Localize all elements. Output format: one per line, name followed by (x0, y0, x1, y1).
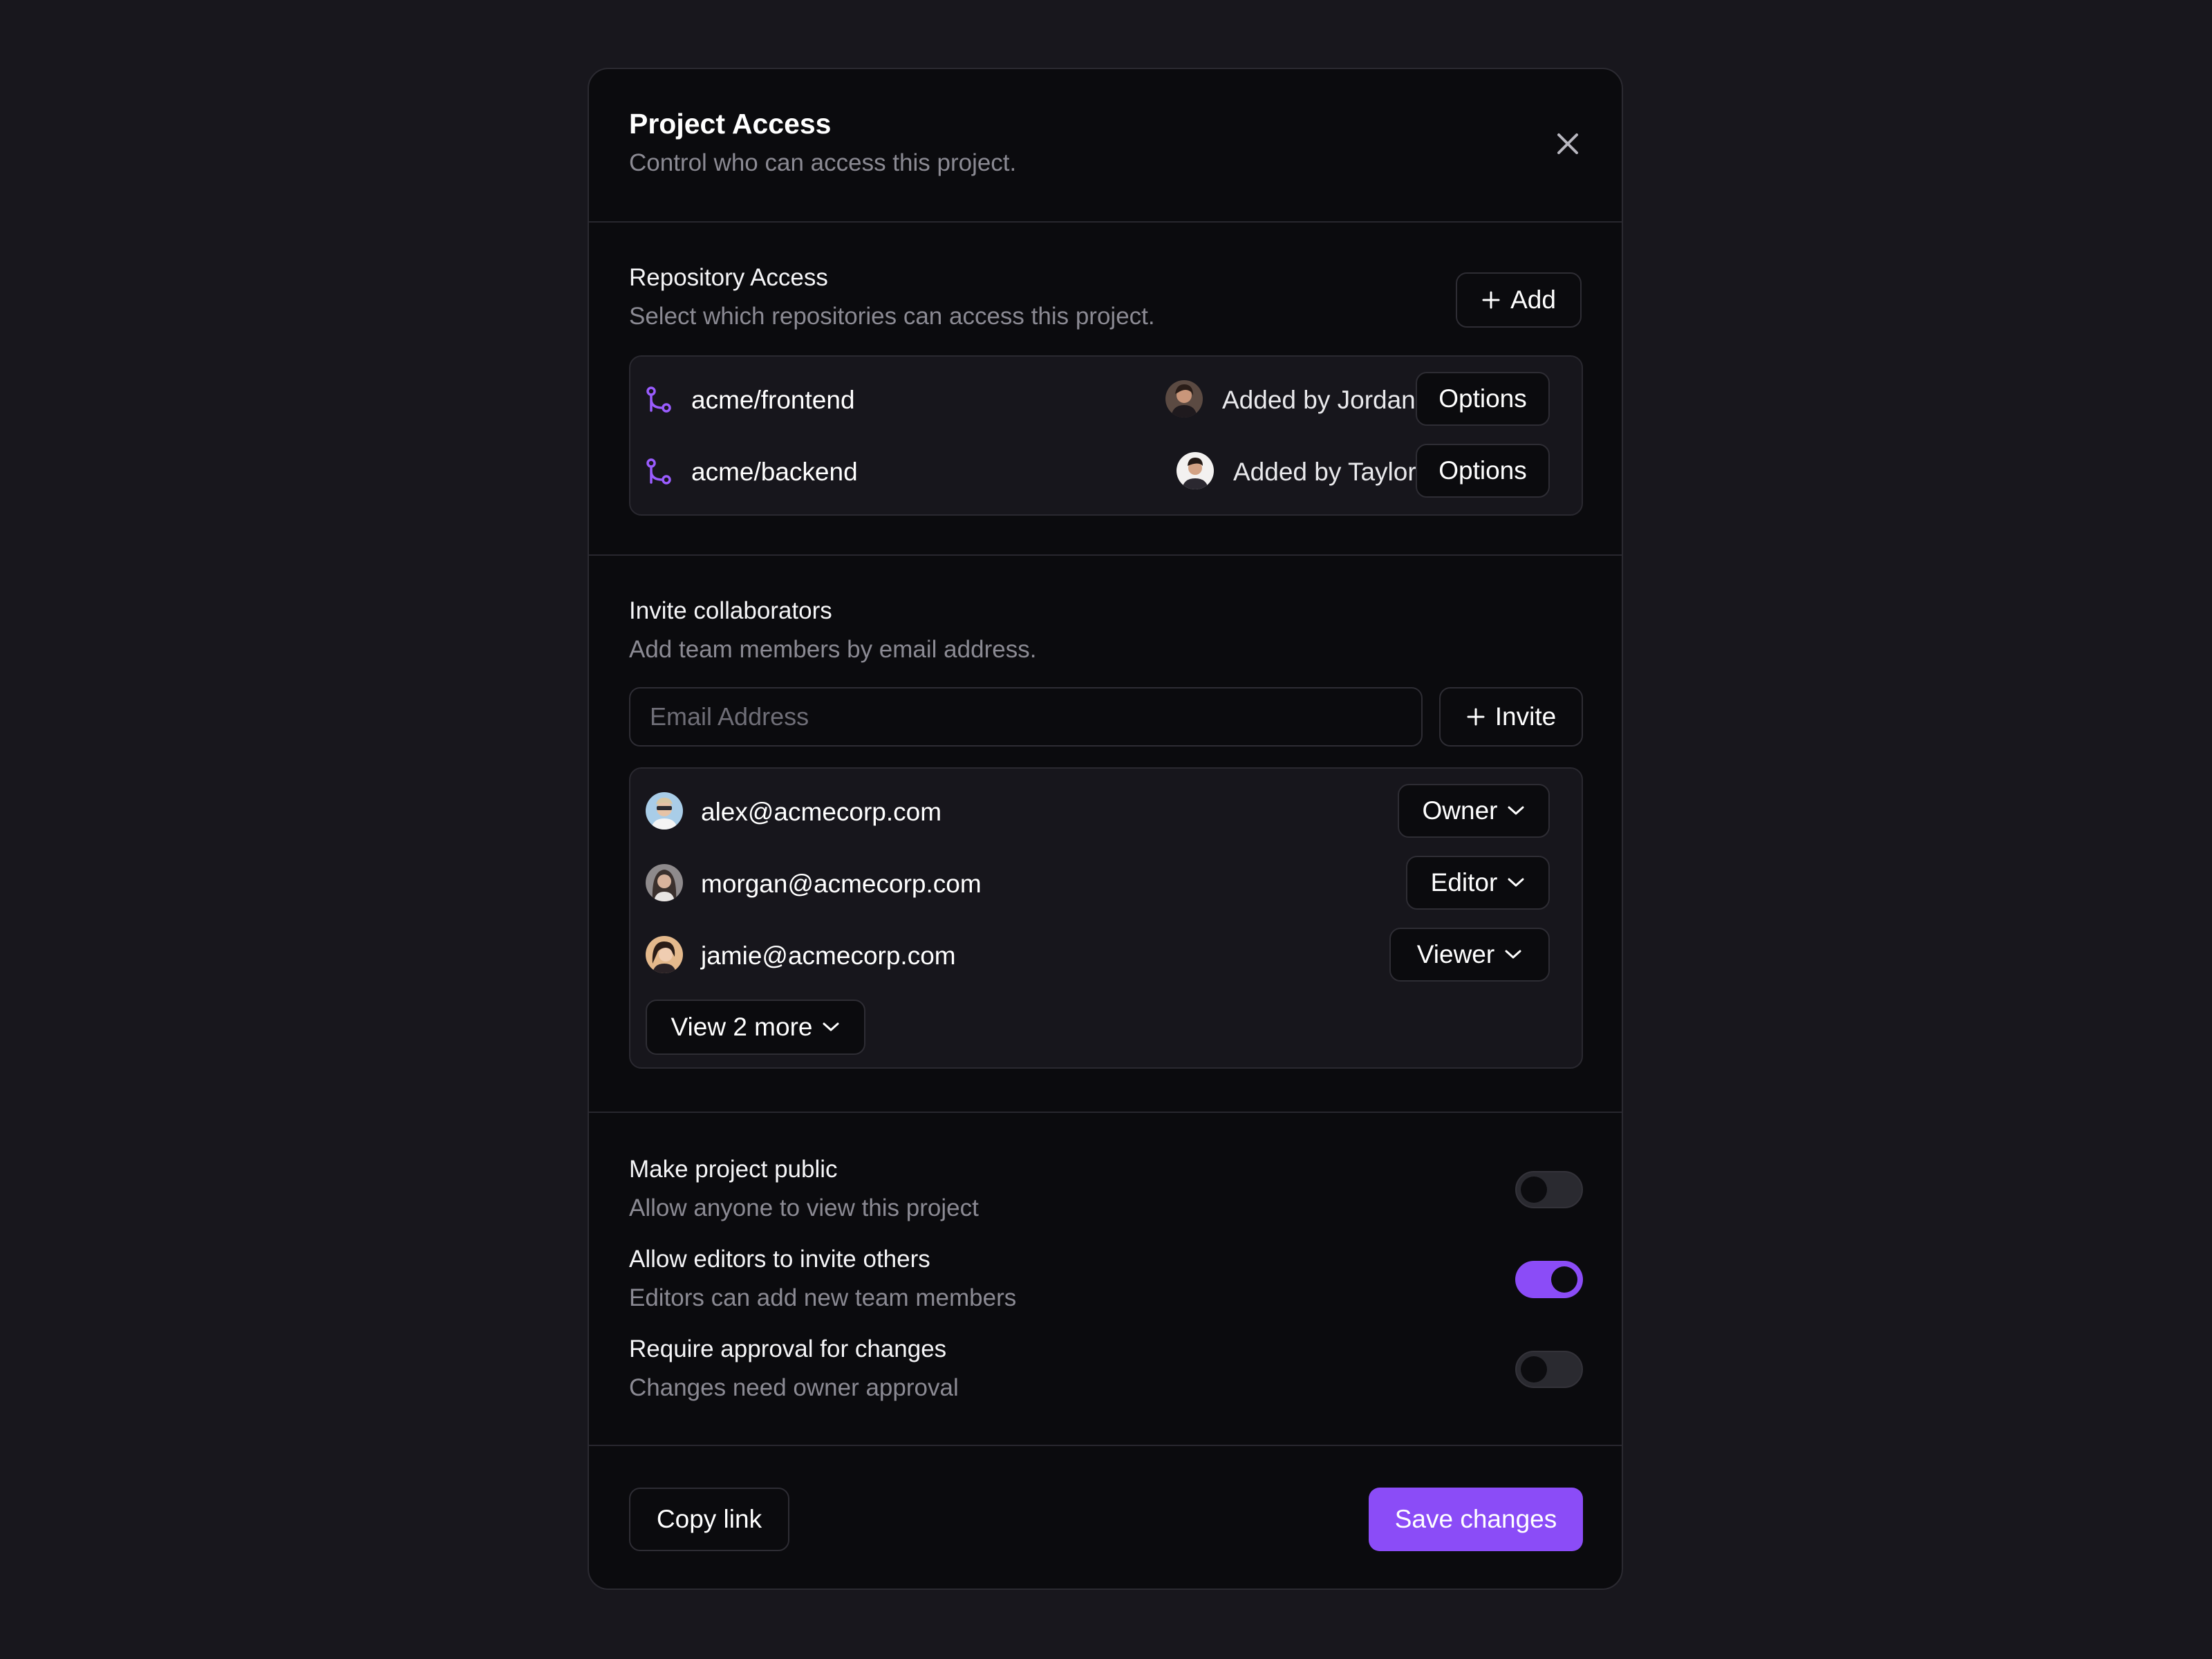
copy-link-label: Copy link (656, 1505, 762, 1533)
email-input[interactable] (629, 687, 1423, 747)
toggle-knob (1551, 1266, 1577, 1293)
member-email: jamie@acmecorp.com (701, 941, 956, 970)
plus-icon (1467, 708, 1485, 726)
role-select[interactable]: Owner (1398, 784, 1550, 838)
avatar (646, 936, 683, 973)
dialog-footer: Copy link Save changes (589, 1445, 1622, 1588)
git-branch-icon (646, 458, 671, 485)
editors-invite-toggle[interactable] (1515, 1261, 1583, 1298)
chevron-down-icon (823, 1022, 839, 1031)
avatar (1165, 380, 1203, 418)
role-label: Viewer (1416, 940, 1495, 968)
avatar (646, 792, 683, 830)
avatar (646, 864, 683, 901)
plus-icon (1482, 291, 1500, 309)
added-by-text: Added by Jordan (1222, 386, 1416, 414)
git-branch-icon (646, 386, 671, 413)
view-more-button[interactable]: View 2 more (646, 1000, 865, 1055)
close-icon (1557, 133, 1578, 154)
setting-label: Require approval for changes (629, 1335, 947, 1362)
options-button[interactable]: Options (1416, 372, 1550, 426)
dialog-subtitle: Control who can access this project. (629, 149, 1017, 176)
role-label: Editor (1430, 868, 1498, 897)
setting-description: Editors can add new team members (629, 1284, 1017, 1311)
invite-heading: Invite collaborators (629, 597, 832, 624)
toggle-knob (1521, 1356, 1547, 1382)
add-repository-button[interactable]: Add (1456, 272, 1582, 328)
invite-button[interactable]: Invite (1439, 687, 1583, 747)
settings-section: Make project public Allow anyone to view… (589, 1112, 1622, 1445)
setting-label: Allow editors to invite others (629, 1246, 930, 1273)
setting-description: Allow anyone to view this project (629, 1194, 979, 1221)
repository-list: acme/frontend Added by Jordan Options ac… (629, 355, 1583, 516)
role-select[interactable]: Viewer (1389, 928, 1550, 982)
public-toggle[interactable] (1515, 1171, 1583, 1208)
role-label: Owner (1422, 796, 1498, 825)
invite-description: Add team members by email address. (629, 636, 1037, 663)
view-more-label: View 2 more (671, 1013, 813, 1041)
repository-heading: Repository Access (629, 264, 828, 291)
save-changes-button[interactable]: Save changes (1369, 1488, 1583, 1551)
role-select[interactable]: Editor (1406, 856, 1550, 910)
save-label: Save changes (1394, 1505, 1557, 1533)
setting-description: Changes need owner approval (629, 1374, 959, 1401)
chevron-down-icon (1508, 878, 1524, 887)
approval-toggle[interactable] (1515, 1351, 1583, 1388)
dialog-title: Project Access (629, 108, 832, 140)
member-list: alex@acmecorp.com Owner morgan@acmecorp.… (629, 767, 1583, 1069)
toggle-knob (1521, 1177, 1547, 1203)
avatar (1177, 452, 1214, 489)
chevron-down-icon (1505, 950, 1521, 959)
invite-label: Invite (1494, 702, 1557, 731)
repository-section: Repository Access Select which repositor… (589, 221, 1622, 554)
chevron-down-icon (1508, 806, 1524, 815)
repository-name: acme/frontend (691, 386, 855, 414)
close-button[interactable] (1547, 123, 1588, 165)
copy-link-button[interactable]: Copy link (629, 1488, 789, 1551)
options-label: Options (1438, 456, 1527, 485)
member-email: morgan@acmecorp.com (701, 870, 982, 898)
added-by-text: Added by Taylor (1233, 458, 1416, 486)
setting-label: Make project public (629, 1156, 838, 1183)
project-access-dialog: Project Access Control who can access th… (588, 68, 1623, 1590)
repository-description: Select which repositories can access thi… (629, 303, 1155, 330)
repository-name: acme/backend (691, 458, 858, 486)
add-label: Add (1510, 285, 1556, 314)
invite-section: Invite collaborators Add team members by… (589, 554, 1622, 1112)
options-button[interactable]: Options (1416, 444, 1550, 498)
options-label: Options (1438, 384, 1527, 413)
member-email: alex@acmecorp.com (701, 798, 942, 826)
